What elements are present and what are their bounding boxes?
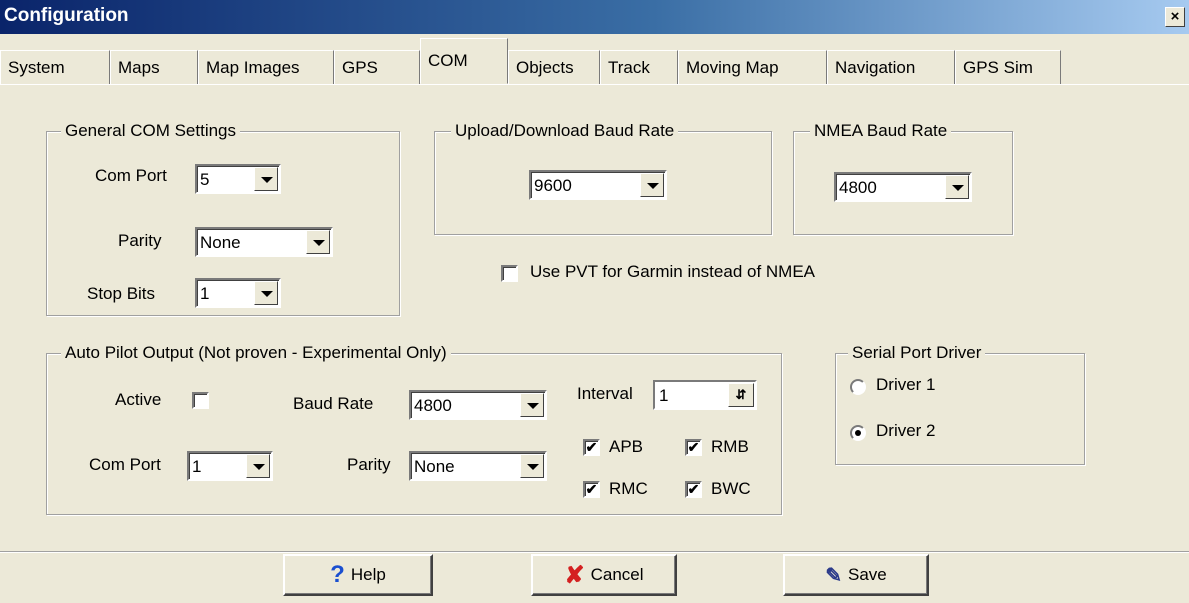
upload-baud-select[interactable]: 9600 xyxy=(529,170,667,200)
chevron-down-icon[interactable] xyxy=(640,173,664,197)
help-icon: ? xyxy=(330,561,345,588)
nmea-baud-legend: NMEA Baud Rate xyxy=(810,121,952,141)
check-icon: ✔ xyxy=(687,439,700,455)
save-icon: ✎ xyxy=(825,564,842,587)
cancel-button-label: Cancel xyxy=(590,565,644,584)
parity-select[interactable]: None xyxy=(195,227,333,257)
autopilot-com-port-value: 1 xyxy=(192,457,202,476)
tab-maps[interactable]: Maps xyxy=(110,50,198,84)
autopilot-com-port-select[interactable]: 1 xyxy=(187,451,273,481)
use-pvt-checkbox[interactable] xyxy=(501,265,518,282)
tab-gps[interactable]: GPS xyxy=(334,50,420,84)
upload-baud-legend: Upload/Download Baud Rate xyxy=(451,121,679,141)
save-button[interactable]: ✎ Save xyxy=(783,554,929,596)
rmc-label: RMC xyxy=(609,479,648,498)
check-icon: ✔ xyxy=(585,481,598,497)
chevron-down-icon[interactable] xyxy=(246,454,270,478)
chevron-down-icon[interactable] xyxy=(254,281,278,305)
spin-up-down-icon[interactable]: ⇵ xyxy=(728,383,754,407)
nmea-baud-value: 4800 xyxy=(839,178,877,197)
rmc-checkbox[interactable]: ✔ xyxy=(583,481,600,498)
chevron-down-icon[interactable] xyxy=(520,393,544,417)
nmea-baud-select[interactable]: 4800 xyxy=(834,172,972,202)
interval-label: Interval xyxy=(577,384,633,403)
apb-checkbox[interactable]: ✔ xyxy=(583,439,600,456)
parity-label: Parity xyxy=(118,231,162,250)
rmb-label: RMB xyxy=(711,437,749,456)
autopilot-baud-label: Baud Rate xyxy=(293,394,374,413)
active-label: Active xyxy=(115,390,162,409)
check-icon: ✔ xyxy=(687,481,700,497)
close-button[interactable]: × xyxy=(1165,7,1185,27)
chevron-down-icon[interactable] xyxy=(945,175,969,199)
title-bar: Configuration × xyxy=(0,0,1189,34)
tab-system[interactable]: System xyxy=(0,50,110,84)
help-button-label: Help xyxy=(350,565,386,584)
driver-2-radio[interactable] xyxy=(850,425,866,441)
autopilot-legend: Auto Pilot Output (Not proven - Experime… xyxy=(61,343,451,363)
com-port-value: 5 xyxy=(200,170,210,189)
com-port-select[interactable]: 5 xyxy=(195,164,281,194)
serial-driver-group: Serial Port Driver Driver 1 Driver 2 xyxy=(835,343,1085,465)
chevron-down-icon[interactable] xyxy=(306,230,330,254)
tab-navigation[interactable]: Navigation xyxy=(827,50,955,84)
chevron-down-icon[interactable] xyxy=(520,454,544,478)
tab-panel-border xyxy=(0,84,1189,85)
stop-bits-label: Stop Bits xyxy=(87,284,156,303)
rmb-checkbox[interactable]: ✔ xyxy=(685,439,702,456)
button-separator xyxy=(0,551,1189,553)
interval-value: 1 xyxy=(659,386,669,405)
bwc-checkbox[interactable]: ✔ xyxy=(685,481,702,498)
tab-moving-map[interactable]: Moving Map xyxy=(678,50,827,84)
upload-baud-value: 9600 xyxy=(534,176,572,195)
cancel-icon: ✘ xyxy=(564,561,585,589)
nmea-baud-group: NMEA Baud Rate 4800 xyxy=(793,121,1013,235)
upload-baud-group: Upload/Download Baud Rate 9600 xyxy=(434,121,772,235)
tab-com[interactable]: COM xyxy=(420,38,508,84)
check-icon: ✔ xyxy=(585,439,598,455)
driver-2-label: Driver 2 xyxy=(876,421,936,440)
autopilot-parity-select[interactable]: None xyxy=(409,451,547,481)
driver-1-label: Driver 1 xyxy=(876,375,936,394)
stop-bits-select[interactable]: 1 xyxy=(195,278,281,308)
autopilot-baud-select[interactable]: 4800 xyxy=(409,390,547,420)
interval-spinner[interactable]: 1 ⇵ xyxy=(653,380,757,410)
use-pvt-label: Use PVT for Garmin instead of NMEA xyxy=(530,262,816,281)
general-com-group: General COM Settings Com Port 5 Parity N… xyxy=(46,121,400,316)
close-icon: × xyxy=(1170,8,1180,25)
autopilot-parity-label: Parity xyxy=(347,455,391,474)
save-button-label: Save xyxy=(848,565,887,584)
tab-track[interactable]: Track xyxy=(600,50,678,84)
help-button[interactable]: ? Help xyxy=(283,554,433,596)
autopilot-group: Auto Pilot Output (Not proven - Experime… xyxy=(46,343,782,515)
serial-driver-legend: Serial Port Driver xyxy=(848,343,986,363)
tab-strip: System Maps Map Images GPS COM Objects T… xyxy=(0,38,1189,100)
active-checkbox[interactable] xyxy=(192,392,209,409)
driver-1-radio[interactable] xyxy=(850,379,866,395)
parity-value: None xyxy=(200,233,241,252)
com-port-label: Com Port xyxy=(95,166,167,185)
chevron-down-icon[interactable] xyxy=(254,167,278,191)
stop-bits-value: 1 xyxy=(200,284,210,303)
cancel-button[interactable]: ✘ Cancel xyxy=(531,554,677,596)
tab-objects[interactable]: Objects xyxy=(508,50,600,84)
autopilot-parity-value: None xyxy=(414,457,455,476)
apb-label: APB xyxy=(609,437,644,456)
autopilot-baud-value: 4800 xyxy=(414,396,452,415)
bwc-label: BWC xyxy=(711,479,751,498)
autopilot-com-port-label: Com Port xyxy=(89,455,161,474)
general-com-legend: General COM Settings xyxy=(61,121,241,141)
tab-map-images[interactable]: Map Images xyxy=(198,50,334,84)
tab-gps-sim[interactable]: GPS Sim xyxy=(955,50,1061,84)
window-title: Configuration xyxy=(4,5,129,26)
